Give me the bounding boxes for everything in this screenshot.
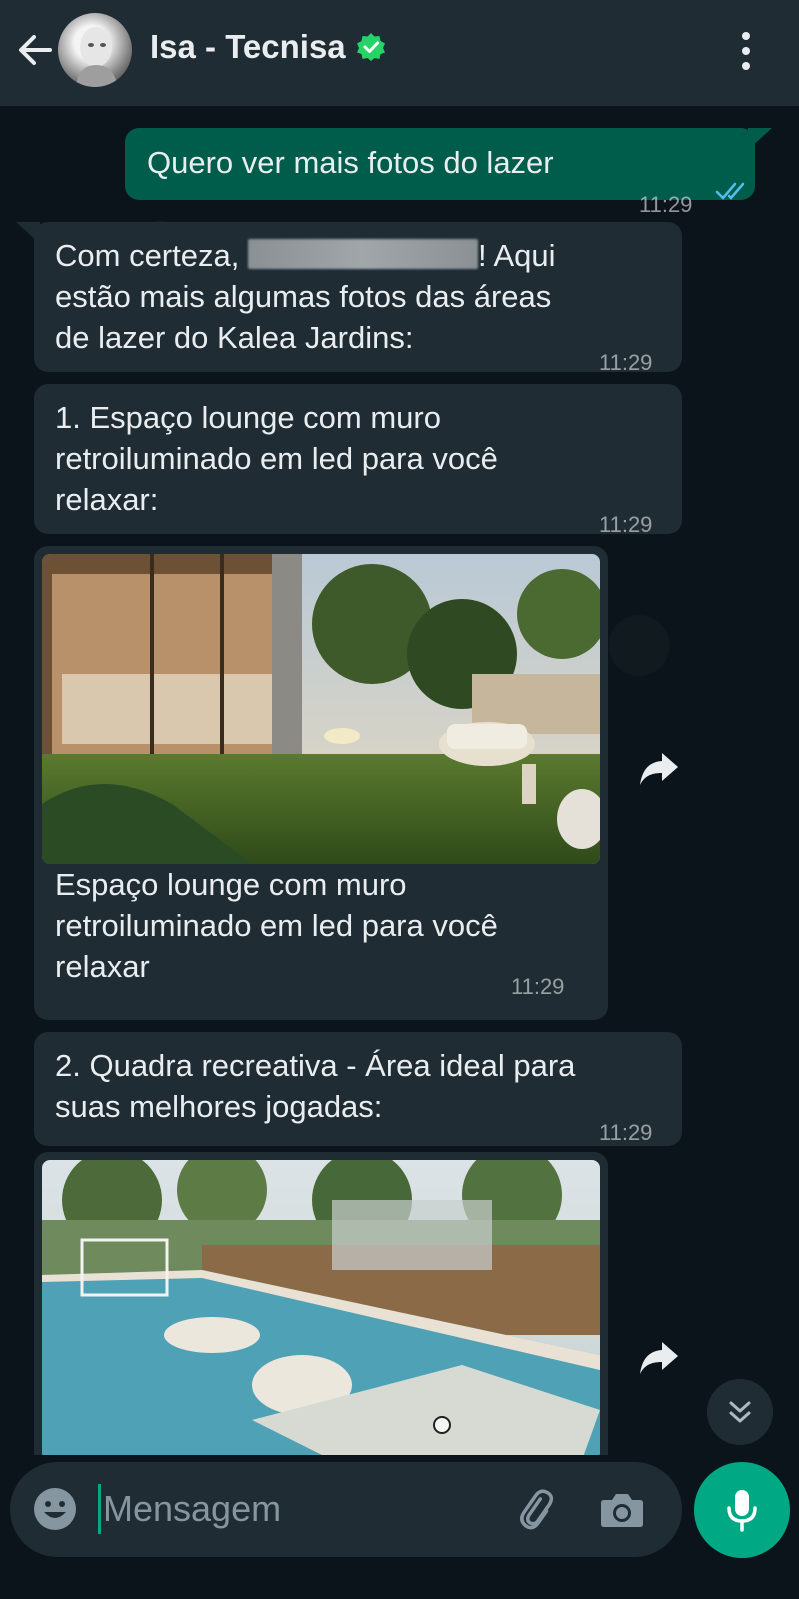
incoming-message[interactable]: 1. Espaço lounge com muro retroiluminado… <box>34 384 682 537</box>
redacted-name <box>247 239 478 269</box>
voice-message-button[interactable] <box>694 1462 790 1558</box>
paperclip-icon[interactable] <box>512 1486 558 1532</box>
emoji-icon[interactable] <box>32 1486 78 1532</box>
contact-name-container[interactable]: Isa - Tecnisa <box>150 28 386 66</box>
chat-header: Isa - Tecnisa <box>0 0 799 106</box>
incoming-message[interactable]: 2. Quadra recreativa - Área ideal para s… <box>34 1032 682 1146</box>
contact-name: Isa - Tecnisa <box>150 28 346 65</box>
camera-icon[interactable] <box>598 1486 646 1532</box>
back-arrow-icon[interactable] <box>14 30 54 70</box>
message-text: Com certeza, ! Aqui estão mais algumas f… <box>55 235 556 358</box>
bubble-tail <box>748 128 772 150</box>
message-text-part: Com certeza, <box>55 238 248 273</box>
message-composer[interactable]: Mensagem <box>10 1462 682 1557</box>
message-time: 11:29 <box>511 974 565 999</box>
incoming-message[interactable]: Com certeza, ! Aqui estão mais algumas f… <box>34 222 682 375</box>
image-caption: Espaço lounge com muro retroiluminado em… <box>55 867 498 984</box>
message-input[interactable]: Mensagem <box>103 1484 281 1534</box>
double-chevron-down-icon <box>729 1401 751 1423</box>
message-text: Quero ver mais fotos do lazer <box>147 145 554 180</box>
chat-area[interactable]: Quero ver mais fotos do lazer 11:29 Com … <box>0 106 799 1455</box>
outgoing-message[interactable]: Quero ver mais fotos do lazer 11:29 <box>125 128 755 217</box>
contact-avatar[interactable] <box>58 13 132 87</box>
message-time: 11:29 <box>639 192 693 217</box>
microphone-icon <box>727 1490 757 1532</box>
verified-badge-icon <box>356 33 385 61</box>
text-cursor <box>98 1484 101 1534</box>
incoming-image-message[interactable]: Espaço lounge com muro retroiluminado em… <box>34 546 608 1020</box>
bubble-tail <box>16 222 40 244</box>
incoming-image-message[interactable] <box>34 1152 608 1455</box>
message-time: 11:29 <box>599 512 653 537</box>
message-text: 1. Espaço lounge com muro retroiluminado… <box>55 400 498 517</box>
read-receipt-icon <box>715 182 745 200</box>
message-time: 11:29 <box>599 1120 653 1145</box>
forward-icon[interactable] <box>634 743 684 793</box>
more-options-icon[interactable] <box>736 30 756 72</box>
scroll-to-bottom-button[interactable] <box>707 1379 773 1445</box>
forward-icon[interactable] <box>634 1332 684 1382</box>
lounge-photo[interactable] <box>42 554 600 864</box>
court-photo[interactable] <box>42 1160 600 1455</box>
message-time: 11:29 <box>599 350 653 375</box>
message-text: 2. Quadra recreativa - Área ideal para s… <box>55 1048 576 1124</box>
